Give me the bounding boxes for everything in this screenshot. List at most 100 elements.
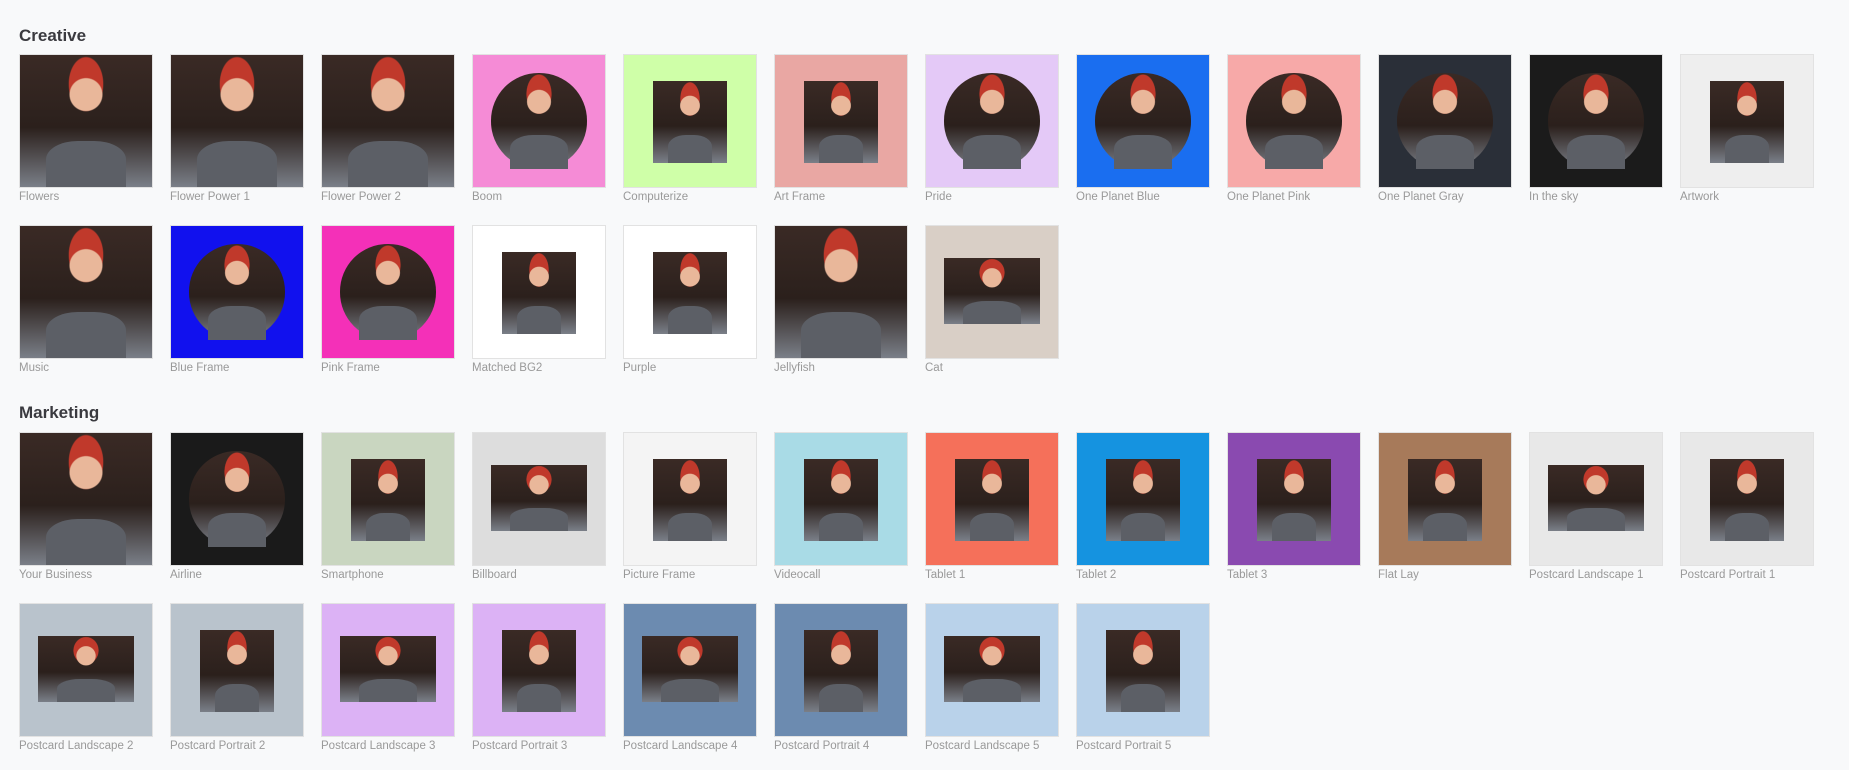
template-label: Art Frame <box>774 191 826 203</box>
template-thumbnail[interactable] <box>774 432 908 566</box>
template-label: Postcard Landscape 3 <box>321 740 436 752</box>
template-label: One Planet Gray <box>1378 191 1464 203</box>
template-card[interactable]: Postcard Portrait 1 <box>1680 432 1814 581</box>
template-thumbnail[interactable] <box>472 432 606 566</box>
template-label: Postcard Portrait 5 <box>1076 740 1172 752</box>
template-card[interactable]: Pride <box>925 54 1059 203</box>
photo-preview <box>351 459 425 542</box>
template-card[interactable]: Airline <box>170 432 304 581</box>
photo-preview <box>944 257 1040 324</box>
template-card[interactable]: Postcard Landscape 3 <box>321 603 455 752</box>
template-label: Postcard Landscape 5 <box>925 740 1040 752</box>
photo-preview <box>1095 73 1191 169</box>
template-thumbnail[interactable] <box>623 54 757 188</box>
template-card[interactable]: Boom <box>472 54 606 203</box>
photo-preview <box>1246 73 1342 169</box>
template-label: One Planet Pink <box>1227 191 1311 203</box>
template-card[interactable]: Tablet 1 <box>925 432 1059 581</box>
template-thumbnail[interactable] <box>19 225 153 359</box>
template-thumbnail[interactable] <box>472 603 606 737</box>
photo-preview <box>1548 73 1644 169</box>
template-thumbnail[interactable] <box>472 54 606 188</box>
template-thumbnail[interactable] <box>1378 432 1512 566</box>
template-card[interactable]: Picture Frame <box>623 432 757 581</box>
template-thumbnail[interactable] <box>925 54 1059 188</box>
photo-preview <box>1710 81 1784 164</box>
template-card[interactable]: Postcard Portrait 5 <box>1076 603 1210 752</box>
template-card[interactable]: Tablet 2 <box>1076 432 1210 581</box>
template-label: In the sky <box>1529 191 1579 203</box>
template-thumbnail[interactable] <box>1378 54 1512 188</box>
template-card[interactable]: Postcard Landscape 1 <box>1529 432 1663 581</box>
template-thumbnail[interactable] <box>170 432 304 566</box>
template-card[interactable]: Billboard <box>472 432 606 581</box>
template-card[interactable]: Tablet 3 <box>1227 432 1361 581</box>
template-card[interactable]: Art Frame <box>774 54 908 203</box>
template-thumbnail[interactable] <box>623 603 757 737</box>
template-thumbnail[interactable] <box>1076 432 1210 566</box>
template-card[interactable]: Flat Lay <box>1378 432 1512 581</box>
template-card[interactable]: Postcard Landscape 4 <box>623 603 757 752</box>
template-card[interactable]: Artwork <box>1680 54 1814 203</box>
template-card[interactable]: Flowers <box>19 54 153 203</box>
template-thumbnail[interactable] <box>1227 54 1361 188</box>
template-card[interactable]: Matched BG2 <box>472 225 606 374</box>
template-card[interactable]: Videocall <box>774 432 908 581</box>
template-thumbnail[interactable] <box>321 225 455 359</box>
template-thumbnail[interactable] <box>170 54 304 188</box>
template-thumbnail[interactable] <box>623 225 757 359</box>
template-thumbnail[interactable] <box>1227 432 1361 566</box>
template-thumbnail[interactable] <box>1529 54 1663 188</box>
photo-preview <box>20 55 152 187</box>
photo-preview <box>502 252 576 335</box>
template-card[interactable]: Flower Power 2 <box>321 54 455 203</box>
template-card[interactable]: Flower Power 1 <box>170 54 304 203</box>
template-thumbnail[interactable] <box>19 54 153 188</box>
template-card[interactable]: Your Business <box>19 432 153 581</box>
template-thumbnail[interactable] <box>925 603 1059 737</box>
template-thumbnail[interactable] <box>774 54 908 188</box>
template-thumbnail[interactable] <box>1529 432 1663 566</box>
photo-preview <box>955 459 1029 542</box>
template-thumbnail[interactable] <box>170 225 304 359</box>
template-thumbnail[interactable] <box>1076 603 1210 737</box>
template-card[interactable]: Pink Frame <box>321 225 455 374</box>
template-card[interactable]: Smartphone <box>321 432 455 581</box>
template-card[interactable]: One Planet Pink <box>1227 54 1361 203</box>
template-thumbnail[interactable] <box>925 225 1059 359</box>
template-card[interactable]: Music <box>19 225 153 374</box>
template-thumbnail[interactable] <box>321 54 455 188</box>
template-card[interactable]: In the sky <box>1529 54 1663 203</box>
template-thumbnail[interactable] <box>1680 432 1814 566</box>
template-label: Blue Frame <box>170 362 230 374</box>
template-thumbnail[interactable] <box>170 603 304 737</box>
template-thumbnail[interactable] <box>1680 54 1814 188</box>
template-card[interactable]: Cat <box>925 225 1059 374</box>
template-card[interactable]: Postcard Landscape 5 <box>925 603 1059 752</box>
template-label: Picture Frame <box>623 569 696 581</box>
template-thumbnail[interactable] <box>623 432 757 566</box>
template-card[interactable]: One Planet Blue <box>1076 54 1210 203</box>
template-card[interactable]: Postcard Landscape 2 <box>19 603 153 752</box>
template-card[interactable]: Computerize <box>623 54 757 203</box>
template-card[interactable]: Postcard Portrait 3 <box>472 603 606 752</box>
template-card[interactable]: Postcard Portrait 4 <box>774 603 908 752</box>
template-label: Pink Frame <box>321 362 380 374</box>
template-thumbnail[interactable] <box>925 432 1059 566</box>
template-card[interactable]: Jellyfish <box>774 225 908 374</box>
template-card[interactable]: One Planet Gray <box>1378 54 1512 203</box>
template-card[interactable]: Blue Frame <box>170 225 304 374</box>
template-thumbnail[interactable] <box>321 603 455 737</box>
photo-preview <box>642 635 738 702</box>
template-thumbnail[interactable] <box>774 225 908 359</box>
template-thumbnail[interactable] <box>19 603 153 737</box>
template-thumbnail[interactable] <box>321 432 455 566</box>
creative-template-grid: Flowers Flower Power 1 Flower Power 2 Boom C… <box>19 54 1814 374</box>
template-card[interactable]: Purple <box>623 225 757 374</box>
template-label: Pride <box>925 191 952 203</box>
template-thumbnail[interactable] <box>774 603 908 737</box>
template-thumbnail[interactable] <box>19 432 153 566</box>
template-card[interactable]: Postcard Portrait 2 <box>170 603 304 752</box>
template-thumbnail[interactable] <box>472 225 606 359</box>
template-thumbnail[interactable] <box>1076 54 1210 188</box>
